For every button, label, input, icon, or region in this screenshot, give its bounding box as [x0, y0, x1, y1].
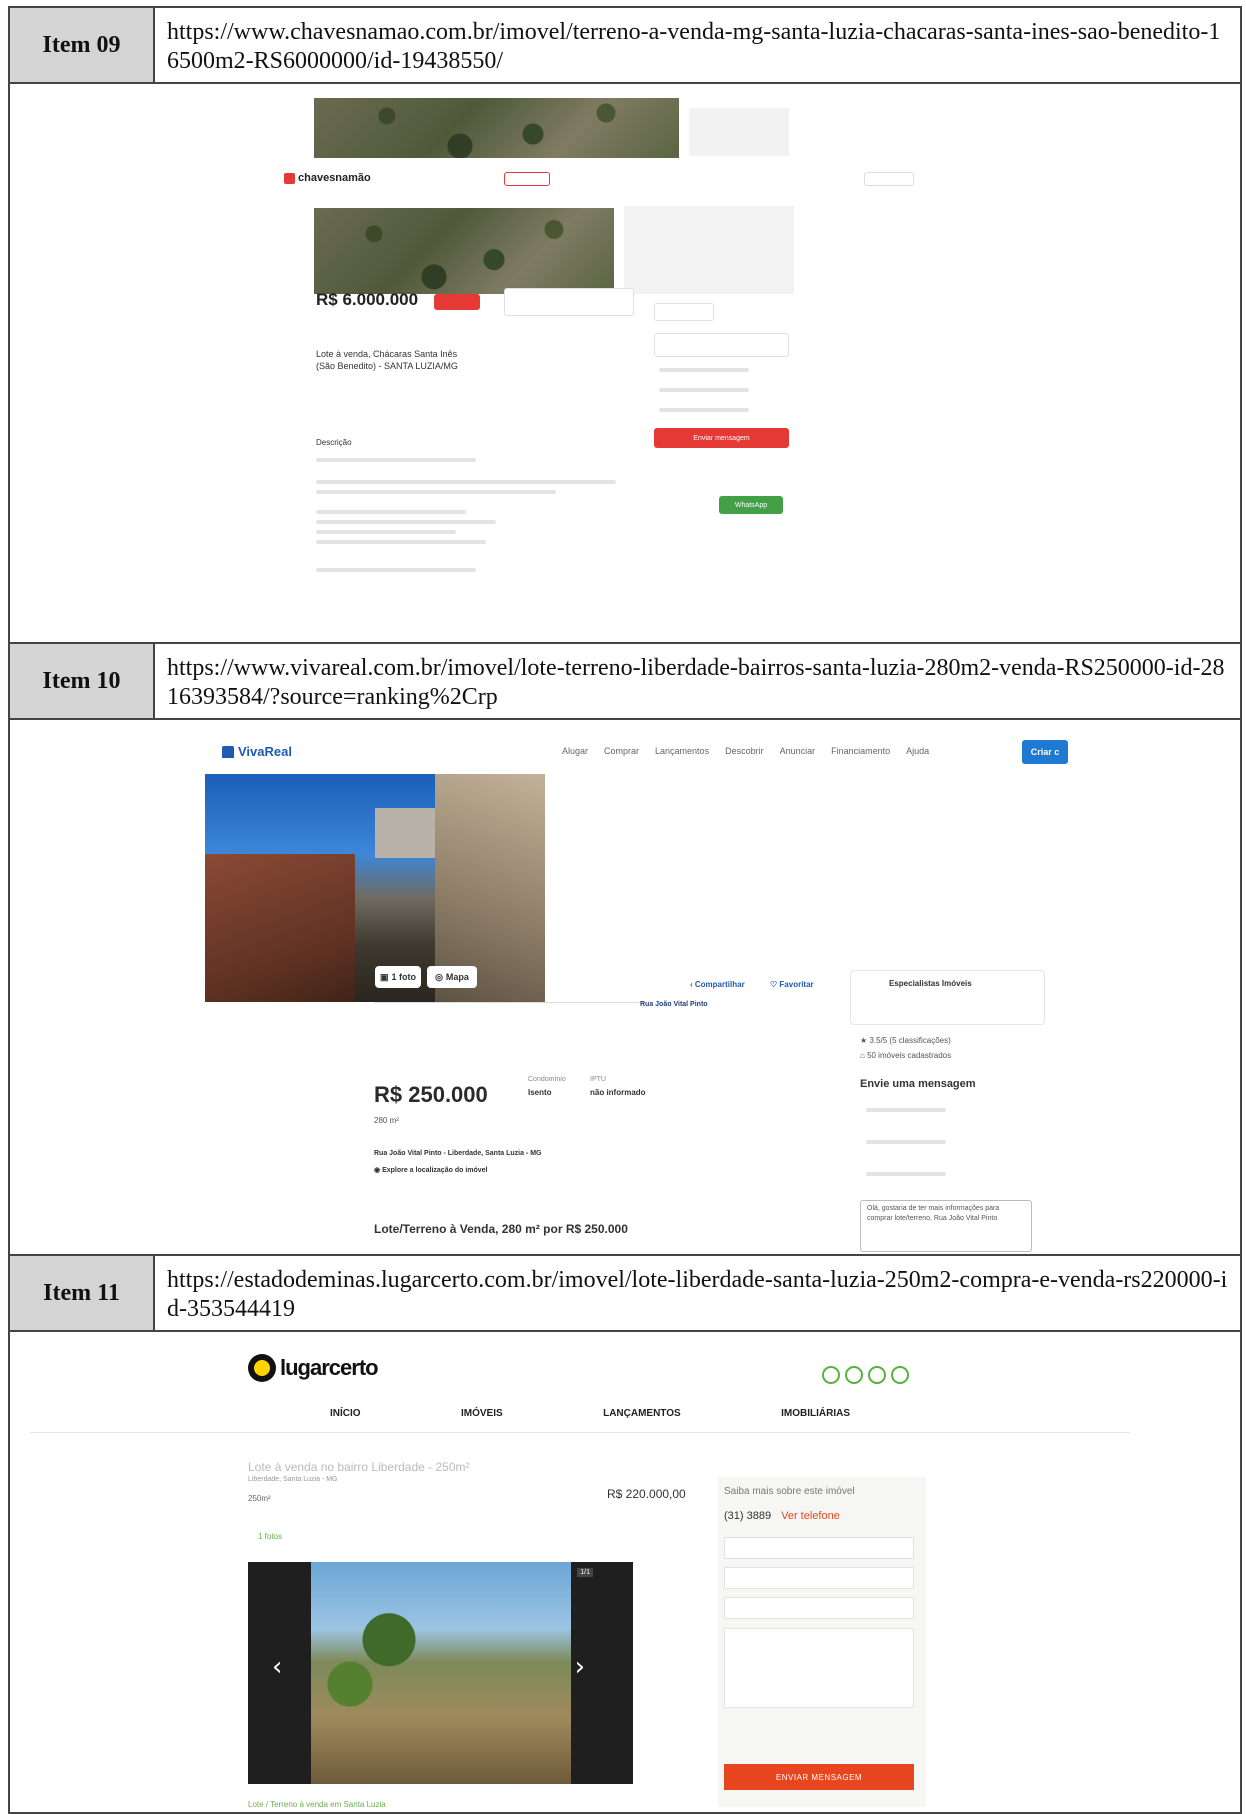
explore-location-link[interactable]: ◉ Explore a localização do imóvel — [374, 1166, 488, 1174]
item-screenshot-10: VivaReal Alugar Comprar Lançamentos Desc… — [10, 720, 1240, 1256]
nav-item[interactable]: Alugar — [562, 746, 588, 756]
breadcrumb-current[interactable]: Rua João Vital Pinto — [640, 1001, 708, 1008]
footer-link[interactable]: Lote / Terreno à venda em Santa Luzia — [248, 1800, 386, 1809]
nav-item[interactable]: Descobrir — [725, 746, 764, 756]
area: 280 m² — [374, 1116, 399, 1125]
nav-pill[interactable] — [504, 172, 550, 186]
nav-item[interactable]: IMOBILIÁRIAS — [781, 1408, 850, 1419]
camera-icon: ▣ — [379, 971, 389, 982]
item-url[interactable]: https://www.chavesnamao.com.br/imovel/te… — [155, 8, 1240, 82]
item-label: Item 09 — [10, 8, 155, 82]
main-nav: INÍCIO IMÓVEIS LANÇAMENTOS IMOBILIÁRIAS — [330, 1408, 850, 1419]
send-message-button[interactable]: Enviar mensagem — [654, 428, 789, 448]
item-label: Item 11 — [10, 1256, 155, 1330]
price: R$ 250.000 — [374, 1082, 488, 1107]
listing-count: ⌂ 50 imóveis cadastrados — [860, 1051, 952, 1060]
building-illustration-top — [689, 108, 789, 156]
side-heading: Saiba mais sobre este imóvel — [724, 1486, 855, 1497]
lugarcerto-logo: lugarcerto — [248, 1354, 379, 1382]
item-screenshot-11: lugarcerto INÍCIO IMÓVEIS LANÇAMENTOS IM… — [10, 1332, 1240, 1812]
price: R$ 220.000,00 — [607, 1487, 686, 1501]
pin-icon: ◎ — [435, 971, 443, 982]
condo-value: Isento — [528, 1088, 552, 1097]
nav-item[interactable]: INÍCIO — [330, 1408, 361, 1419]
listing-title: Lote à venda no bairro Liberdade - 250m² — [248, 1460, 470, 1474]
item-header-11: Item 11 https://estadodeminas.lugarcerto… — [10, 1256, 1240, 1332]
nav-item[interactable]: IMÓVEIS — [461, 1408, 503, 1419]
photos-count[interactable]: 1 fotos — [258, 1532, 282, 1541]
item-screenshot-09: chavesnamão R$ 6.000.000 Lote à venda, C… — [10, 84, 1240, 644]
login-button[interactable] — [864, 172, 914, 186]
whatsapp-button[interactable]: WhatsApp — [719, 496, 783, 514]
nav-item[interactable]: Comprar — [604, 746, 639, 756]
description-label: Descrição — [316, 438, 352, 447]
favorite-link[interactable]: ♡ Favoritar — [770, 980, 814, 989]
chavesnamao-logo: chavesnamão — [284, 172, 371, 184]
iptu-label: IPTU — [590, 1076, 606, 1083]
nav-item[interactable]: Ajuda — [906, 746, 929, 756]
social-icons — [822, 1366, 909, 1384]
rating: ★ 3.5/5 (5 classificações) — [860, 1036, 951, 1045]
property-photo[interactable]: ▣ 1 foto ◎ Mapa — [205, 774, 545, 1002]
property-photo — [311, 1562, 571, 1784]
item-url[interactable]: https://www.vivareal.com.br/imovel/lote-… — [155, 644, 1240, 718]
message-textarea[interactable]: Olá, gostaria de ter mais informações pa… — [860, 1200, 1032, 1252]
location: Liberdade, Santa Luzia - MG — [248, 1476, 338, 1483]
social-icon[interactable] — [868, 1366, 886, 1384]
item-header-09: Item 09 https://www.chavesnamao.com.br/i… — [10, 8, 1240, 84]
share-link[interactable]: ‹ Compartilhar — [690, 980, 745, 989]
message-field[interactable] — [654, 333, 789, 357]
next-arrow-icon[interactable]: › — [575, 1652, 585, 1682]
agency-card[interactable]: Especialistas Imóveis — [850, 970, 1045, 1025]
photo-gallery[interactable]: ‹ › 1/1 — [248, 1562, 633, 1784]
message-heading: Envie uma mensagem — [860, 1078, 976, 1090]
social-icon[interactable] — [845, 1366, 863, 1384]
listing-title: Lote à venda, Chácaras Santa Inês (São B… — [316, 349, 458, 371]
iptu-value: não informado — [590, 1088, 646, 1097]
vivareal-logo: VivaReal — [222, 744, 292, 759]
price: R$ 6.000.000 — [316, 290, 419, 309]
address-card — [504, 288, 634, 316]
send-message-button[interactable]: ENVIAR MENSAGEM — [724, 1764, 914, 1790]
prev-arrow-icon[interactable]: ‹ — [272, 1652, 282, 1682]
create-account-button[interactable]: Criar c — [1022, 740, 1068, 764]
email-field[interactable] — [724, 1567, 914, 1589]
social-icon[interactable] — [822, 1366, 840, 1384]
top-nav: Alugar Comprar Lançamentos Descobrir Anu… — [562, 746, 929, 756]
map-button[interactable]: ◎ Mapa — [427, 966, 477, 988]
show-phone-link[interactable]: Ver telefone — [781, 1510, 840, 1522]
document-table: Item 09 https://www.chavesnamao.com.br/i… — [8, 6, 1242, 1814]
address: Rua João Vital Pinto - Liberdade, Santa … — [374, 1150, 542, 1157]
photos-button[interactable]: ▣ 1 foto — [375, 966, 421, 988]
listing-title: Lote/Terreno à Venda, 280 m² por R$ 250.… — [374, 1222, 628, 1236]
item-header-10: Item 10 https://www.vivareal.com.br/imov… — [10, 644, 1240, 720]
house-icon — [222, 745, 234, 758]
message-field[interactable] — [724, 1628, 914, 1708]
nav-item[interactable]: Financiamento — [831, 746, 890, 756]
building-illustration — [624, 206, 794, 294]
nav-item[interactable]: Lançamentos — [655, 746, 709, 756]
message-tab[interactable] — [654, 303, 714, 321]
aerial-photo-top — [314, 98, 679, 158]
item-label: Item 10 — [10, 644, 155, 718]
social-icon[interactable] — [891, 1366, 909, 1384]
phone-field[interactable] — [724, 1597, 914, 1619]
view-button[interactable] — [434, 294, 480, 310]
item-url[interactable]: https://estadodeminas.lugarcerto.com.br/… — [155, 1256, 1240, 1330]
nav-item[interactable]: LANÇAMENTOS — [603, 1408, 681, 1419]
area: 250m² — [248, 1494, 271, 1503]
nav-item[interactable]: Anunciar — [780, 746, 816, 756]
condo-label: Condomínio — [528, 1076, 566, 1083]
aerial-photo-main — [314, 208, 614, 294]
phone: (31) 3889 Ver telefone — [724, 1510, 840, 1522]
name-field[interactable] — [724, 1537, 914, 1559]
photo-counter: 1/1 — [577, 1568, 593, 1577]
